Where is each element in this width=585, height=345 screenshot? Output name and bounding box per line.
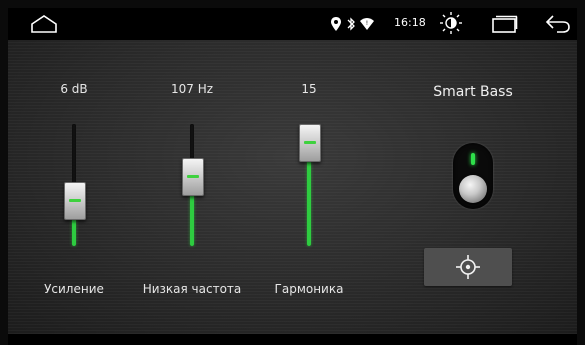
- svg-text:!: !: [366, 20, 368, 27]
- target-icon: [456, 255, 480, 279]
- brightness-icon[interactable]: [440, 12, 462, 38]
- gain-slider[interactable]: [62, 120, 86, 250]
- harmonic-value-label: 15: [301, 82, 317, 96]
- toggle-indicator-light: [471, 153, 475, 165]
- target-button[interactable]: [424, 248, 512, 286]
- slider-thumb[interactable]: [64, 181, 86, 220]
- gain-value-label: 6 dB: [60, 82, 88, 96]
- smart-bass-label: Smart Bass: [433, 84, 513, 100]
- bluetooth-icon: [346, 16, 356, 35]
- home-icon[interactable]: [30, 14, 58, 38]
- bass-frequency-value-label: 107 Hz: [170, 82, 214, 96]
- toggle-knob: [459, 175, 487, 203]
- bottom-bar: [8, 334, 577, 345]
- slider-thumb[interactable]: [182, 158, 204, 197]
- bass-frequency-label: Низкая частота: [142, 282, 242, 296]
- wifi-icon: !: [360, 16, 374, 35]
- back-icon[interactable]: [545, 14, 571, 38]
- smart-bass-toggle[interactable]: [453, 143, 493, 209]
- location-icon: [331, 16, 341, 35]
- clock-time: 16:18: [394, 16, 426, 29]
- harmonic-slider[interactable]: [297, 120, 321, 250]
- slider-thumb[interactable]: [299, 124, 321, 162]
- equalizer-panel: 6 dB 107 Hz 15 Усиление Низкая частота Г…: [8, 40, 577, 334]
- recents-icon[interactable]: [492, 15, 518, 37]
- status-bar: ! 16:18: [8, 8, 577, 40]
- harmonic-label: Гармоника: [274, 282, 344, 296]
- bass-frequency-slider[interactable]: [180, 120, 204, 250]
- gain-label: Усиление: [44, 282, 104, 296]
